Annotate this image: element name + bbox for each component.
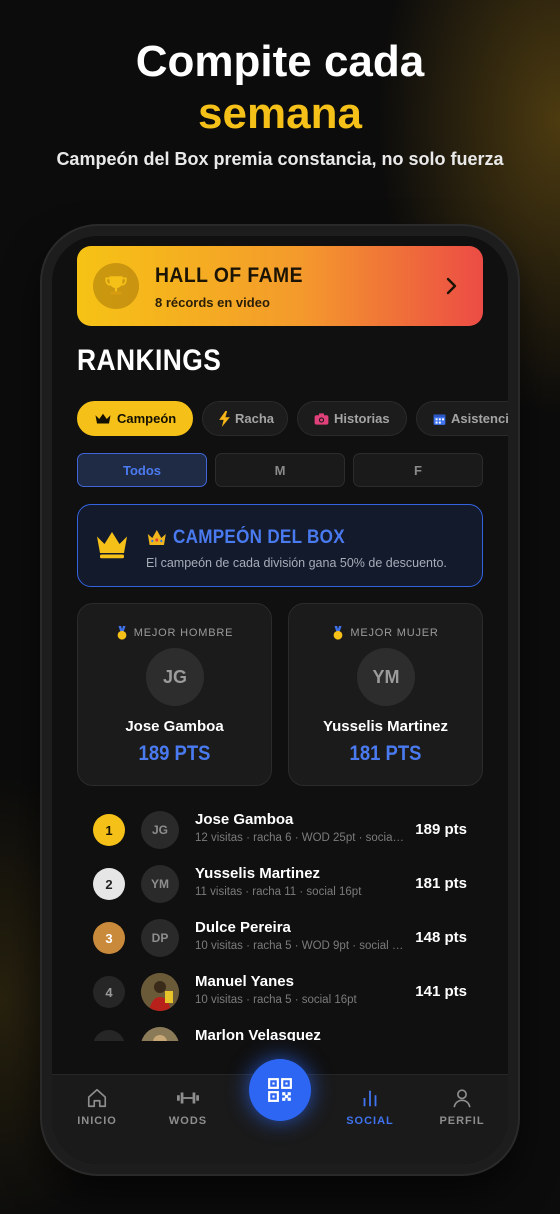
leaderboard-row[interactable]: 4 Manuel Yanes 10 visitas · racha 5 · so… [77,965,483,1019]
bolt-icon [219,410,230,427]
phone-screen: HALL OF FAME 8 récords en video RANKINGS… [52,236,508,1164]
row-name: Yusselis Martinez [195,865,321,882]
tab-campeon[interactable]: Campeón [77,401,193,436]
row-name: Jose Gamboa [195,811,294,828]
rank-badge: 4 [93,976,125,1008]
row-points: 141 pts [415,983,467,1000]
tab-racha-label: Racha [235,411,275,426]
best-man-card[interactable]: MEJOR HOMBRE JG Jose Gamboa 189 PTS [77,603,272,786]
nav-social[interactable]: SOCIAL [330,1075,410,1164]
calendar-icon [433,413,446,425]
avatar-photo [141,973,179,1011]
bar-chart-icon [363,1090,377,1107]
nav-inicio[interactable]: INICIO [57,1075,137,1164]
filter-f[interactable]: F [353,453,483,487]
nav-wods-label: WODS [168,1115,208,1127]
row-name: Dulce Pereira [195,919,291,936]
medal-icon [334,626,343,640]
filter-todos[interactable]: Todos [77,453,207,487]
row-meta: 12 visitas · racha 6 · WOD 25pt · social… [195,832,405,844]
best-woman-points: 181 PTS [349,742,422,765]
scroll-content[interactable]: HALL OF FAME 8 récords en video RANKINGS… [52,236,508,1041]
hall-of-fame-subtitle: 8 récords en video [155,295,270,310]
user-icon [453,1089,471,1108]
dumbbell-icon [177,1092,199,1104]
leaderboard-row[interactable]: 5 Marlon Velasquez [77,1019,483,1041]
tab-historias-label: Historias [334,411,390,426]
nav-inicio-label: INICIO [77,1115,117,1127]
champion-title: CAMPEÓN DEL BOX [146,527,345,549]
rank-badge: 3 [93,922,125,954]
best-woman-label: MEJOR MUJER [289,626,482,640]
hall-of-fame-title: HALL OF FAME [155,264,303,287]
best-woman-label-text: MEJOR MUJER [350,627,439,639]
row-points: 189 pts [415,821,467,838]
champion-title-text: CAMPEÓN DEL BOX [173,527,345,548]
qr-code-icon [268,1078,292,1102]
nav-social-label: SOCIAL [346,1115,394,1127]
leaderboard-row[interactable]: 2 YM Yusselis Martinez 11 visitas · rach… [77,857,483,911]
crown-icon [95,413,111,423]
nav-wods[interactable]: WODS [148,1075,228,1164]
avatar: JG [146,648,204,706]
best-man-name: Jose Gamboa [125,718,224,735]
chevron-right-icon [446,277,457,295]
row-name: Manuel Yanes [195,973,294,990]
trophy-icon [93,263,139,309]
champion-description: El campeón de cada división gana 50% de … [146,556,447,570]
champion-info-card: CAMPEÓN DEL BOX El campeón de cada divis… [77,504,483,587]
tab-asistencia-label: Asistencia [451,411,508,426]
avatar: YM [141,865,179,903]
camera-icon [314,412,329,425]
medal-icon [117,626,127,640]
nav-perfil-label: PERFIL [439,1115,485,1127]
hero-title-line2: semana [198,89,362,138]
leaderboard-row[interactable]: 3 DP Dulce Pereira 10 visitas · racha 5 … [77,911,483,965]
hero-title-line1: Compite cada [135,37,425,86]
filter-m[interactable]: M [215,453,345,487]
qr-scan-button[interactable] [249,1059,311,1121]
tab-historias[interactable]: Historias [297,401,407,436]
rank-badge: 1 [93,814,125,846]
rank-badge: 2 [93,868,125,900]
avatar-photo [141,1027,179,1041]
nav-perfil[interactable]: PERFIL [422,1075,502,1164]
hero-subtitle: Campeón del Box premia constancia, no so… [56,149,504,169]
row-points: 181 pts [415,875,467,892]
home-icon [87,1088,107,1108]
rankings-title: RANKINGS [77,344,222,377]
hero-title: Compite cada semana [0,36,560,140]
row-name: Marlon Velasquez [195,1027,321,1041]
row-meta: 10 visitas · racha 5 · WOD 9pt · social … [195,940,405,952]
avatar: YM [357,648,415,706]
avatar: JG [141,811,179,849]
row-meta: 10 visitas · racha 5 · social 16pt [195,994,357,1006]
crown-emoji-icon [147,530,166,545]
tab-racha[interactable]: Racha [202,401,288,436]
row-meta: 11 visitas · racha 11 · social 16pt [195,886,362,898]
tab-asistencia[interactable]: Asistencia [416,401,508,436]
tab-campeon-label: Campeón [117,411,177,426]
rank-badge: 5 [93,1030,125,1041]
ranking-tabs[interactable]: Campeón Racha Historias Asistenci [77,401,508,437]
best-woman-name: Yusselis Martinez [322,718,449,735]
best-man-points: 189 PTS [138,742,211,765]
crown-icon [97,532,127,559]
leaderboard-row[interactable]: 1 JG Jose Gamboa 12 visitas · racha 6 · … [77,803,483,857]
best-woman-card[interactable]: MEJOR MUJER YM Yusselis Martinez 181 PTS [288,603,483,786]
best-man-label-text: MEJOR HOMBRE [133,627,234,639]
avatar: DP [141,919,179,957]
best-man-label: MEJOR HOMBRE [78,626,271,640]
hall-of-fame-banner[interactable]: HALL OF FAME 8 récords en video [77,246,483,326]
row-points: 148 pts [415,929,467,946]
